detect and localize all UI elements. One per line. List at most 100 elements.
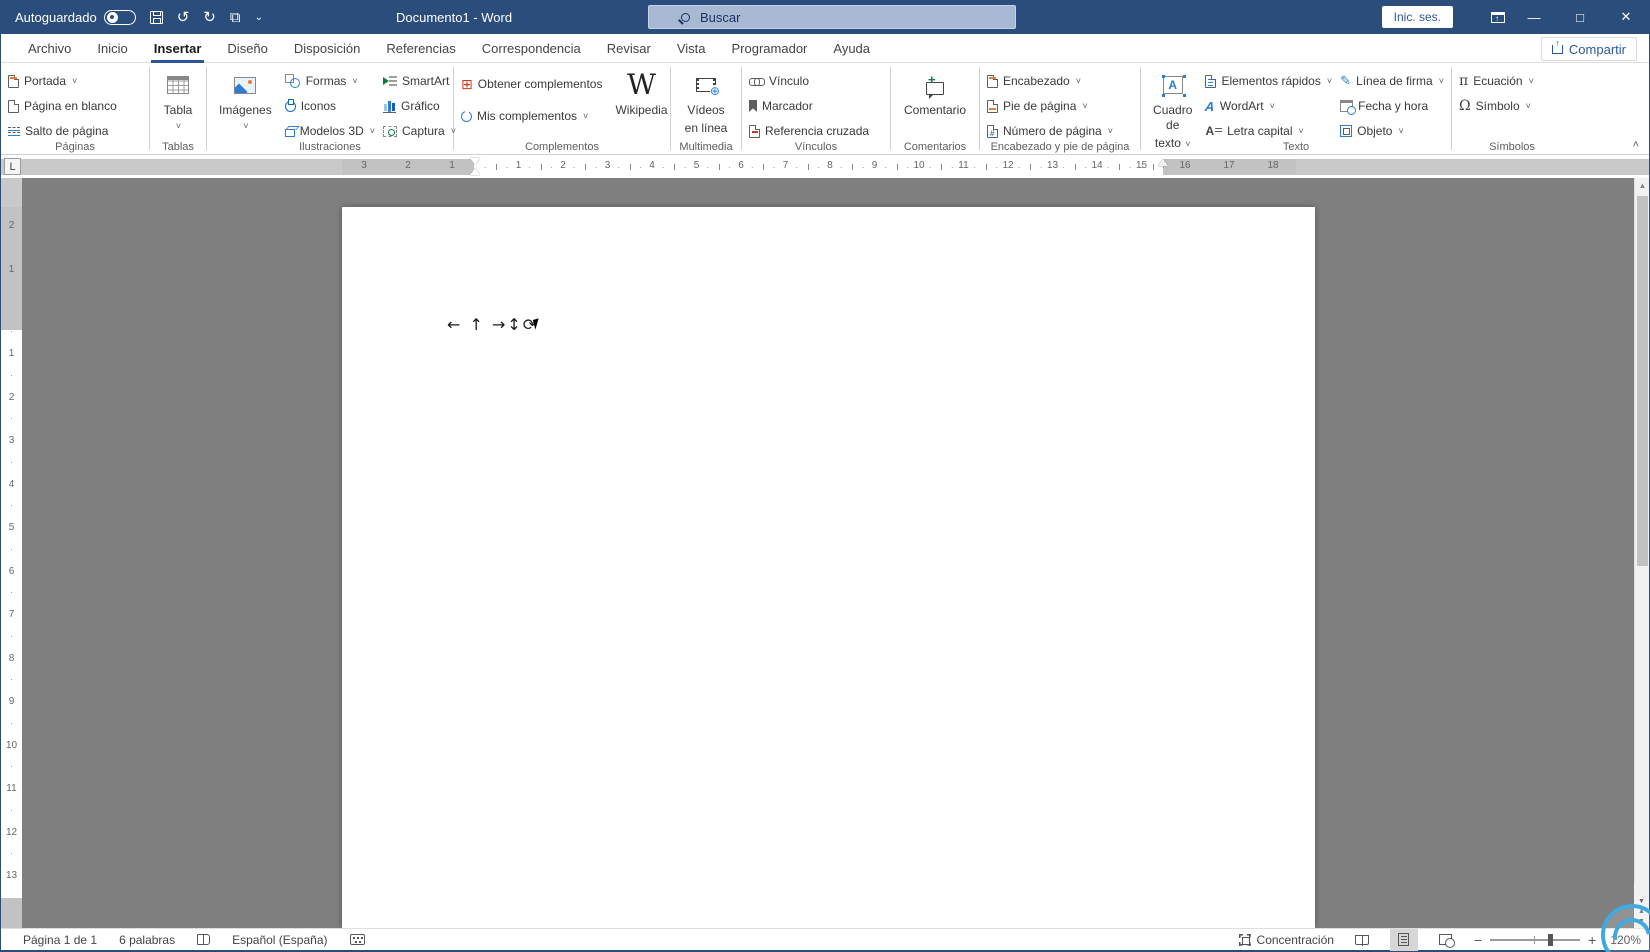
indent-marker[interactable] [470, 158, 479, 175]
iconos-button[interactable]: Iconos [284, 96, 375, 116]
tab-programador[interactable]: Programador [719, 34, 821, 63]
fecha-y-hora-button[interactable]: Fecha y hora [1340, 96, 1444, 116]
mis-complementos-button[interactable]: Mis complementos ˅ [461, 106, 602, 126]
language-indicator[interactable]: Español (España) [232, 933, 327, 947]
smartart-button[interactable]: SmartArt [383, 71, 456, 91]
sign-in-button[interactable]: Inic. ses. [1381, 6, 1453, 28]
vinculo-button[interactable]: Vínculo [749, 71, 869, 91]
encabezado-button[interactable]: Encabezado ˅ [987, 71, 1113, 91]
captura-button[interactable]: Captura ˅ [383, 121, 456, 141]
equation-icon: π [1459, 73, 1469, 89]
repeat-icon[interactable]: ⧉ [230, 10, 241, 25]
portada-button[interactable]: Portada ˅ [8, 71, 117, 91]
tab-revisar[interactable]: Revisar [594, 34, 664, 63]
header-icon [987, 74, 998, 88]
ruler-vertical[interactable]: 2 1 1 · 2 · 3 · 4 · 5 · 6 · 7 · 8 · 9 · 10 · 11 · 12 · 13 · [1, 178, 22, 928]
autosave-label: Autoguardado [15, 9, 97, 25]
group-multimedia: Vídeos en línea Multimedia [671, 63, 741, 154]
autosave-toggle[interactable] [103, 9, 136, 25]
ribbon: Portada ˅ Página en blanco Salto de págin… [1, 63, 1649, 155]
web-layout-button[interactable] [1432, 929, 1460, 951]
ruler-horizontal[interactable]: L 3 2 1 1 · · 2 · · 3 · · 4 · · 5 · · 6 · · 7 · · 8 · · 9 · · 10 · · 11 · ·… [1, 155, 1649, 178]
tab-insertar[interactable]: Insertar [141, 34, 215, 63]
maximize-button[interactable]: □ [1557, 0, 1603, 34]
ribbon-tab-row: Archivo Inicio Insertar Diseño Disposición Re… [1, 34, 1649, 63]
tab-diseño[interactable]: Diseño [214, 34, 280, 63]
linea-de-firma-button[interactable]: ✎ Línea de firma ˅ [1340, 71, 1444, 91]
save-icon[interactable] [149, 10, 163, 24]
undo-icon[interactable]: ↺ [177, 10, 190, 25]
elementos-rapidos-button[interactable]: Elementos rápidos ˅ [1205, 71, 1332, 91]
wordart-button[interactable]: A WordArt ˅ [1205, 96, 1332, 116]
imagenes-button[interactable]: Imágenes ˅ [214, 68, 277, 134]
link-icon [749, 76, 765, 86]
tab-archivo[interactable]: Archivo [15, 34, 84, 63]
minimize-button[interactable]: — [1511, 0, 1557, 34]
zoom-slider-thumb[interactable] [1548, 933, 1554, 946]
scrollbar-thumb[interactable] [1637, 196, 1648, 566]
close-button[interactable]: ✕ [1603, 0, 1649, 34]
group-comentarios: Comentario Comentarios [891, 63, 979, 154]
tab-inicio[interactable]: Inicio [84, 34, 140, 63]
zoom-out-button[interactable]: − [1474, 932, 1482, 948]
focus-mode-button[interactable]: Concentración [1238, 933, 1334, 947]
print-layout-button[interactable] [1389, 928, 1418, 951]
zoom-slider[interactable] [1490, 933, 1581, 946]
collapse-ribbon-icon[interactable]: ˄ [1633, 139, 1639, 151]
grafico-button[interactable]: Gráfico [383, 96, 456, 116]
search-input[interactable]: Buscar [648, 5, 1016, 29]
wikipedia-button[interactable]: W Wikipedia [610, 68, 672, 120]
referencia-cruzada-button[interactable]: Referencia cruzada [749, 121, 869, 141]
chart-icon [383, 99, 396, 113]
numero-de-pagina-button[interactable]: Número de página˅ [987, 121, 1113, 141]
text-box-icon: A [1161, 75, 1183, 94]
tab-disposición[interactable]: Disposición [281, 34, 373, 63]
word-count[interactable]: 6 palabras [119, 933, 175, 947]
tab-vista[interactable]: Vista [664, 34, 719, 63]
tab-stop-selector[interactable]: L [4, 158, 21, 175]
ribbon-display-options-icon[interactable] [1491, 11, 1505, 23]
modelos-3d-button[interactable]: Modelos 3D ˅ [284, 121, 375, 141]
tab-correspondencia[interactable]: Correspondencia [469, 34, 594, 63]
zoom-in-button[interactable]: + [1588, 932, 1596, 948]
object-icon [1340, 125, 1353, 137]
objeto-button[interactable]: Objeto ˅ [1340, 121, 1444, 141]
pie-de-pagina-button[interactable]: Pie de página ˅ [987, 96, 1113, 116]
tabla-button[interactable]: Tabla ˅ [159, 68, 198, 134]
marcador-button[interactable]: Marcador [749, 96, 869, 116]
autosave-control[interactable]: Autoguardado [15, 9, 136, 25]
title-bar: Autoguardado ↺ ↻ ⧉ ⌄ Documento1 - Word B… [1, 0, 1649, 34]
obtener-complementos-button[interactable]: ⊞ Obtener complementos [461, 74, 602, 94]
right-indent-marker[interactable] [1158, 159, 1168, 166]
get-add-ins-icon: ⊞ [461, 76, 473, 92]
customize-quick-access-icon[interactable]: ⌄ [255, 12, 263, 23]
videos-en-linea-button[interactable]: Vídeos en línea [680, 68, 733, 138]
page-indicator[interactable]: Página 1 de 1 [23, 933, 97, 947]
print-layout-icon [1398, 933, 1410, 946]
share-button[interactable]: Compartir [1540, 37, 1637, 61]
page-break-icon [8, 125, 20, 137]
vertical-scrollbar[interactable]: ▲ ▼ ▲ ▼ [1634, 178, 1649, 928]
online-video-icon [695, 78, 720, 97]
text-predictions-icon[interactable] [349, 934, 365, 945]
simbolo-button[interactable]: Ω Símbolo ˅ [1459, 96, 1534, 116]
comentario-button[interactable]: Comentario [899, 68, 971, 120]
letra-capital-button[interactable]: A Letra capital ˅ [1205, 121, 1332, 141]
date-time-icon [1340, 100, 1357, 115]
footer-icon [987, 99, 998, 113]
pagina-en-blanco-button[interactable]: Página en blanco [8, 96, 117, 116]
document-text[interactable]: ← ↑ →↕⟳ [447, 315, 538, 334]
salto-de-pagina-button[interactable]: Salto de página [8, 121, 117, 141]
group-encabezado-pie: Encabezado˅ Pie de página˅ Número de pág… [980, 63, 1140, 154]
scroll-up-icon[interactable]: ▲ [1635, 178, 1649, 193]
bookmark-icon [749, 100, 757, 112]
document-page[interactable]: ← ↑ →↕⟳ [342, 207, 1315, 928]
my-add-ins-icon [461, 108, 472, 122]
ecuacion-button[interactable]: π Ecuación ˅ [1459, 71, 1534, 91]
tab-ayuda[interactable]: Ayuda [820, 34, 883, 63]
formas-button[interactable]: Formas ˅ [284, 71, 375, 91]
tab-referencias[interactable]: Referencias [373, 34, 468, 63]
proofing-icon[interactable] [197, 934, 211, 945]
read-mode-button[interactable] [1348, 929, 1376, 951]
redo-icon[interactable]: ↻ [203, 10, 216, 25]
